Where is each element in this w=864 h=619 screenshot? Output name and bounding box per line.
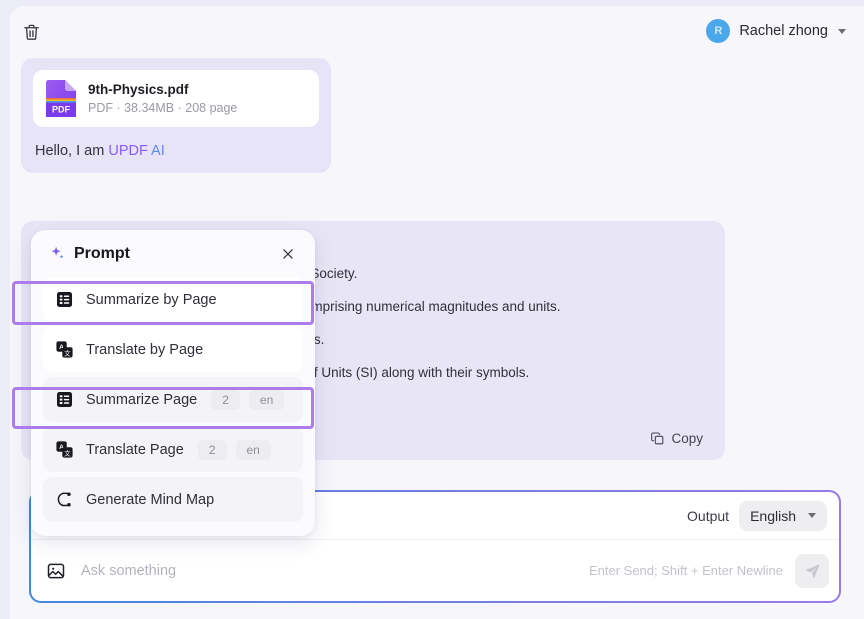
copy-icon bbox=[651, 432, 664, 445]
user-menu[interactable]: R Rachel zhong bbox=[706, 17, 846, 45]
assistant-intro-bubble: PDF 9th-Physics.pdf PDF · 38.34MB · 208 … bbox=[21, 58, 331, 173]
prompt-item-label: Translate by Page bbox=[86, 341, 204, 358]
greeting-prefix: Hello, I am bbox=[35, 143, 109, 159]
close-button[interactable] bbox=[279, 245, 297, 263]
sparkle-icon bbox=[51, 246, 64, 259]
trash-icon bbox=[23, 24, 39, 40]
copy-label: Copy bbox=[671, 431, 703, 446]
composer-input-row: Enter Send; Shift + Enter Newline bbox=[31, 540, 839, 601]
prompt-item-label: Translate Page bbox=[86, 441, 184, 458]
attached-file-card[interactable]: PDF 9th-Physics.pdf PDF · 38.34MB · 208 … bbox=[33, 70, 319, 127]
prompt-item-translate-page[interactable]: A 文 Translate Page 2 en bbox=[43, 427, 303, 472]
prompt-item-summarize-by-page[interactable]: Summarize by Page bbox=[43, 277, 303, 322]
keyboard-hint: Enter Send; Shift + Enter Newline bbox=[588, 563, 783, 578]
updf-ai-window: R Rachel zhong PDF 9th-Physics.pdf PDF ·… bbox=[10, 6, 864, 619]
output-label: Output bbox=[687, 507, 730, 524]
greeting-text: Hello, I am UPDF AI bbox=[33, 143, 319, 159]
prompt-panel-header: Prompt bbox=[43, 230, 303, 277]
prompt-popover-panel: Prompt Summarize by Page A 文 Translate b… bbox=[31, 230, 315, 536]
image-icon bbox=[47, 563, 65, 578]
prompt-item-generate-mind-map[interactable]: Generate Mind Map bbox=[43, 477, 303, 522]
language-badge[interactable]: en bbox=[235, 439, 271, 460]
close-icon bbox=[283, 249, 293, 259]
output-language-group: Output English bbox=[687, 500, 827, 531]
translate-icon: A 文 bbox=[56, 341, 73, 358]
page-badge[interactable]: 2 bbox=[211, 389, 240, 410]
avatar: R bbox=[706, 19, 731, 43]
delete-chat-button[interactable] bbox=[19, 20, 43, 44]
mind-map-icon bbox=[57, 492, 71, 507]
translate-icon: A 文 bbox=[56, 441, 73, 458]
file-meta: 9th-Physics.pdf PDF · 38.34MB · 208 page bbox=[88, 82, 237, 115]
chat-scroll-area[interactable]: PDF 9th-Physics.pdf PDF · 38.34MB · 208 … bbox=[10, 54, 864, 536]
attach-image-button[interactable] bbox=[45, 560, 67, 582]
brand-updf: UPDF bbox=[108, 143, 148, 159]
user-name: Rachel zhong bbox=[739, 23, 828, 39]
pdf-file-icon-svg: PDF bbox=[46, 80, 76, 117]
pdf-file-icon: PDF bbox=[45, 80, 76, 117]
prompt-item-summarize-page[interactable]: Summarize Page 2 en bbox=[43, 377, 303, 422]
send-button[interactable] bbox=[795, 553, 829, 588]
prompt-item-label: Generate Mind Map bbox=[86, 491, 215, 508]
ask-input[interactable] bbox=[81, 562, 589, 579]
svg-text:文: 文 bbox=[64, 448, 71, 457]
caret-down-icon bbox=[808, 513, 816, 518]
page-badge[interactable]: 2 bbox=[197, 439, 227, 460]
language-badge[interactable]: en bbox=[248, 389, 285, 410]
summarize-icon bbox=[56, 291, 73, 308]
prompt-item-label: Summarize Page bbox=[86, 391, 198, 408]
language-select[interactable]: English bbox=[739, 500, 827, 531]
prompt-item-badges: 2 en bbox=[197, 439, 271, 460]
prompt-item-label: Summarize by Page bbox=[86, 291, 217, 308]
top-bar: R Rachel zhong bbox=[10, 6, 864, 54]
svg-text:PDF: PDF bbox=[52, 105, 71, 115]
file-name: 9th-Physics.pdf bbox=[88, 82, 189, 97]
chevron-down-icon bbox=[838, 28, 846, 34]
brand-ai: AI bbox=[147, 143, 165, 159]
send-icon bbox=[805, 564, 819, 578]
prompt-panel-title: Prompt bbox=[74, 244, 130, 262]
summarize-icon bbox=[56, 391, 73, 408]
file-meta-text: PDF · 38.34MB · 208 page bbox=[88, 101, 238, 115]
prompt-item-translate-by-page[interactable]: A 文 Translate by Page bbox=[43, 327, 303, 372]
svg-text:文: 文 bbox=[64, 348, 71, 357]
prompt-item-badges: 2 en bbox=[211, 389, 285, 410]
language-value: English bbox=[750, 507, 796, 524]
